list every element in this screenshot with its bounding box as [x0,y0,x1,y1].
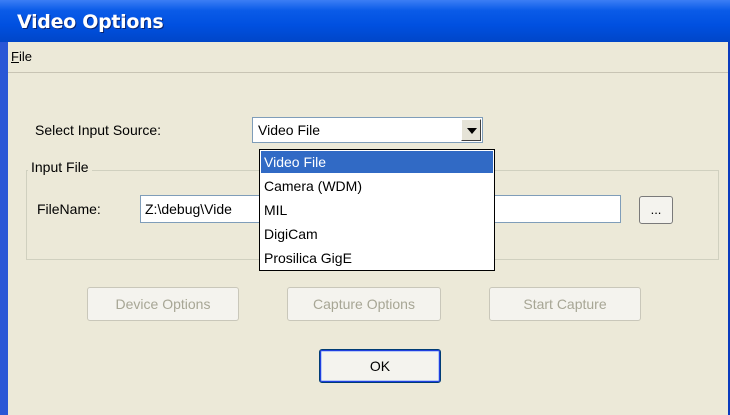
filename-label: FileName: [37,201,101,217]
title-bar[interactable]: Video Options [0,0,730,42]
input-source-select[interactable]: Video File [252,117,483,143]
video-options-window: Video Options File Select Input Source: … [0,0,730,415]
window-title: Video Options [17,11,164,33]
dropdown-option-mil[interactable]: MIL [261,199,493,221]
dropdown-button[interactable] [461,119,481,141]
input-file-group-title: Input File [28,159,92,175]
input-source-dropdown-list: Video File Camera (WDM) MIL DigiCam Pros… [259,149,495,271]
menu-file[interactable]: File [11,49,32,64]
device-options-button[interactable]: Device Options [87,287,239,321]
select-input-source-label: Select Input Source: [35,122,162,138]
menu-bar: File [8,42,728,73]
ok-button[interactable]: OK [319,349,441,383]
input-source-value: Video File [258,122,321,138]
start-capture-button[interactable]: Start Capture [489,287,641,321]
dropdown-option-video-file[interactable]: Video File [261,151,493,173]
capture-options-button[interactable]: Capture Options [287,287,441,321]
dropdown-option-camera-wdm[interactable]: Camera (WDM) [261,175,493,197]
browse-button[interactable]: ... [639,196,673,224]
filename-value: Z:\debug\Vide [145,201,232,217]
dropdown-option-digicam[interactable]: DigiCam [261,223,493,245]
chevron-down-icon [467,128,477,134]
dropdown-option-prosilica-gige[interactable]: Prosilica GigE [261,247,493,269]
